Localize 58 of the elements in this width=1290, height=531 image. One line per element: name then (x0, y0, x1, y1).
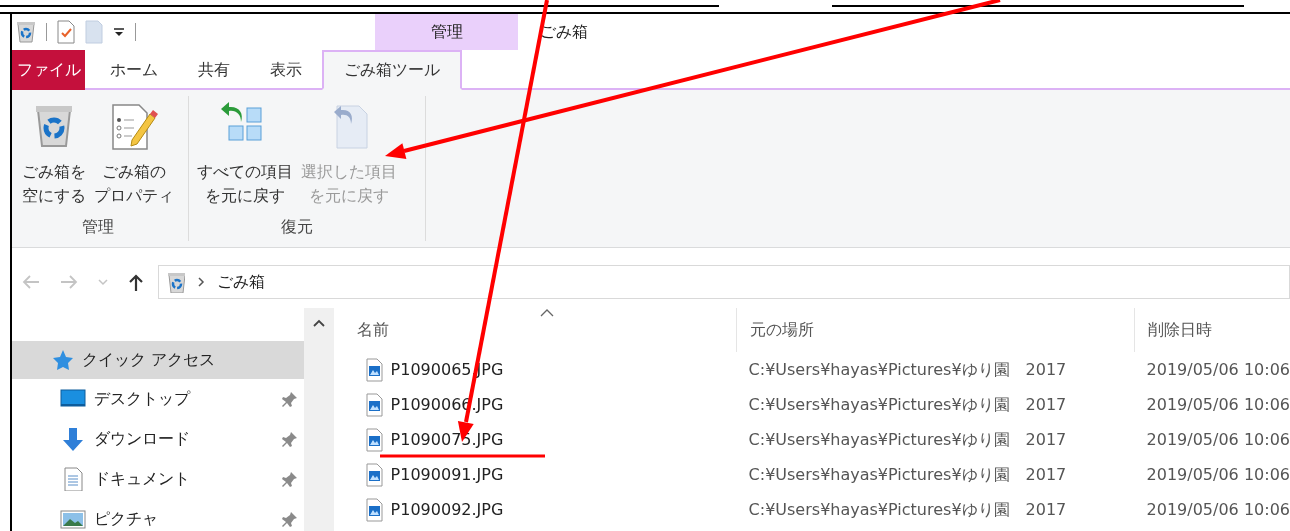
forward-icon (59, 273, 79, 291)
image-file-icon (365, 462, 383, 487)
back-icon (21, 273, 41, 291)
up-arrow-icon (127, 273, 145, 291)
image-file-icon (365, 392, 383, 417)
table-cell-text: 2019/05/06 10:06 (1145, 428, 1290, 451)
context-tab-header: 管理 (375, 14, 518, 50)
nav-item[interactable]: デスクトップ (12, 379, 304, 419)
table-cell-text: 2019/05/06 10:06 (1145, 358, 1290, 381)
ribbon-button[interactable]: ごみ箱の プロパティ (90, 96, 178, 215)
table-cell-text: 2019/05/06 10:06 (1145, 393, 1290, 416)
group-label: 復元 (280, 216, 314, 238)
ribbon-tab[interactable]: 表示 (250, 50, 322, 90)
ribbon-button[interactable]: すべての項目 を元に戻す (193, 96, 297, 215)
window-title: ごみ箱 (539, 21, 588, 43)
check-document-icon[interactable] (57, 20, 75, 44)
document-pencil-icon (110, 102, 158, 150)
pin-icon[interactable] (281, 431, 298, 447)
pin-icon[interactable] (281, 391, 298, 407)
nav-item[interactable]: ドキュメント (12, 459, 304, 499)
image-file-icon (365, 427, 383, 452)
column-header[interactable]: 名前 (343, 308, 736, 352)
download-arrow-icon (60, 427, 86, 451)
column-header[interactable]: 元の場所 (735, 308, 1134, 352)
table-cell-text: 2019/05/06 10:06 (1145, 498, 1290, 521)
chevron-up-icon[interactable] (311, 318, 326, 328)
breadcrumb-item[interactable]: ごみ箱 (217, 270, 265, 294)
table-cell-text: C:¥Users¥hayas¥Pictures¥ゆり園 2017 (747, 428, 1068, 451)
group-label: 管理 (81, 216, 115, 238)
table-cell-text: C:¥Users¥hayas¥Pictures¥ゆり園 2017 (747, 498, 1068, 521)
picture-icon (60, 507, 86, 531)
file-name[interactable]: P1090092.JPG (343, 497, 736, 522)
recycle-bin-icon (165, 271, 185, 293)
pin-icon[interactable] (281, 471, 298, 487)
table-cell-text: C:¥Users¥hayas¥Pictures¥ゆり園 2017 (747, 463, 1068, 486)
scrollbar[interactable] (303, 308, 334, 531)
chevron-right-icon (197, 276, 205, 288)
recycle-bin-icon[interactable] (14, 20, 36, 44)
dropdown-icon[interactable] (113, 27, 125, 37)
file-name[interactable]: P1090075.JPG (343, 427, 736, 452)
address-bar[interactable]: ごみ箱 (158, 265, 1290, 299)
ribbon-tab[interactable]: ホーム (90, 50, 178, 90)
ribbon-tab[interactable]: 共有 (178, 50, 250, 90)
file-tab[interactable]: ファイル (12, 50, 85, 90)
image-file-icon (365, 497, 383, 522)
star-icon (52, 349, 74, 371)
table-cell-text: 2019/05/06 10:06 (1145, 463, 1290, 486)
table-cell-text: C:¥Users¥hayas¥Pictures¥ゆり園 2017 (747, 358, 1068, 381)
pin-icon[interactable] (281, 511, 298, 527)
ribbon-tab[interactable]: ごみ箱ツール (322, 50, 462, 90)
file-name[interactable]: P1090091.JPG (343, 462, 736, 487)
table-cell-text: C:¥Users¥hayas¥Pictures¥ゆり園 2017 (747, 393, 1068, 416)
nav-item[interactable]: ピクチャ (12, 499, 304, 531)
ribbon-button[interactable]: ごみ箱を 空にする (18, 96, 90, 215)
image-file-icon (365, 357, 383, 382)
nav-item[interactable]: ダウンロード (12, 419, 304, 459)
column-header[interactable]: 削除日時 (1133, 308, 1290, 352)
nav-item[interactable]: クイック アクセス (12, 341, 304, 379)
